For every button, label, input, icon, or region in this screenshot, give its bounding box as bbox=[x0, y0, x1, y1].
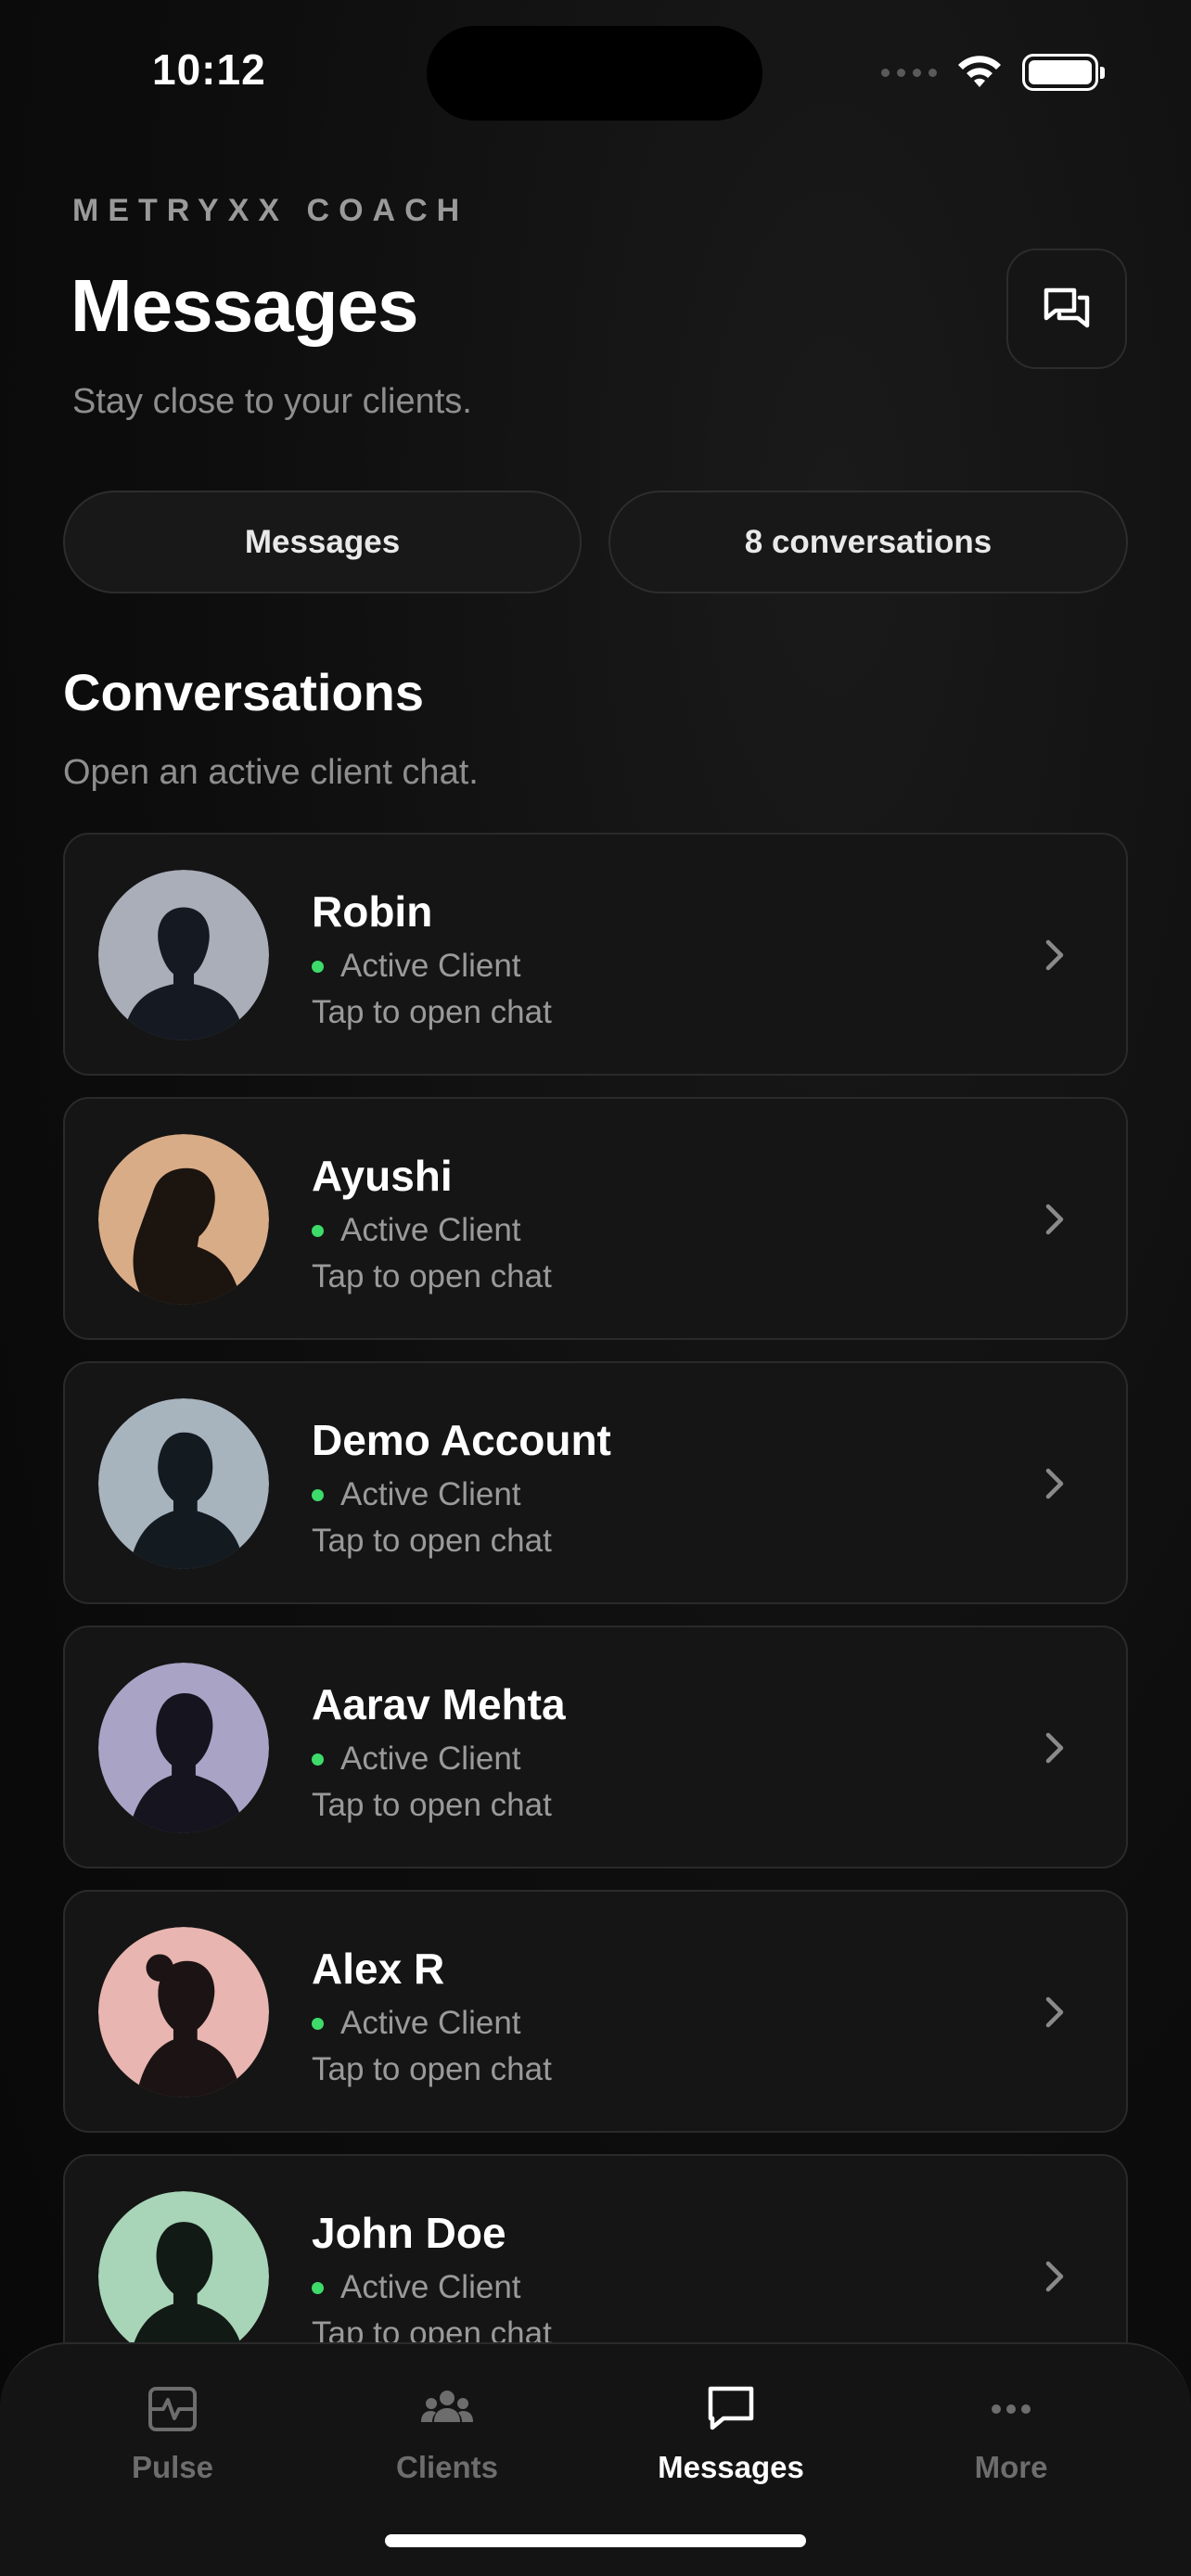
client-name: John Doe bbox=[312, 2209, 506, 2257]
new-message-button[interactable] bbox=[1006, 249, 1127, 369]
active-status-dot bbox=[312, 1753, 324, 1766]
conversation-card[interactable]: Demo Account Active Client Tap to open c… bbox=[63, 1361, 1128, 1604]
client-status: Active Client bbox=[312, 2005, 521, 2042]
client-status: Active Client bbox=[312, 1741, 521, 1778]
page-subtitle: Stay close to your clients. bbox=[72, 382, 472, 421]
chat-bubbles-icon bbox=[1044, 287, 1090, 328]
wifi-icon bbox=[958, 56, 1001, 87]
users-icon bbox=[421, 2391, 473, 2422]
active-status-dot bbox=[312, 1488, 324, 1501]
status-label: Active Client bbox=[340, 1212, 521, 1248]
tab-label: More bbox=[974, 2450, 1048, 2484]
avatar bbox=[98, 2191, 269, 2353]
chevron-right-icon bbox=[1045, 1204, 1064, 1235]
section-title: Conversations bbox=[63, 663, 424, 721]
avatar bbox=[98, 1927, 269, 2098]
brand-label: METRYXX COACH bbox=[72, 193, 469, 228]
status-label: Active Client bbox=[340, 1741, 521, 1777]
status-label: Active Client bbox=[340, 1476, 521, 1512]
conversation-count-pill[interactable]: 8 conversations bbox=[608, 491, 1128, 593]
tab-pulse[interactable]: Pulse bbox=[70, 2381, 275, 2485]
open-chat-hint: Tap to open chat bbox=[312, 2051, 552, 2087]
tab-label: Messages bbox=[658, 2450, 804, 2484]
avatar bbox=[98, 1134, 269, 1305]
chevron-right-icon bbox=[1045, 1996, 1064, 2028]
avatar bbox=[98, 870, 269, 1040]
conversation-card[interactable]: Alex R Active Client Tap to open chat bbox=[63, 1890, 1128, 2133]
avatar bbox=[98, 1398, 269, 1569]
conversation-card[interactable]: Robin Active Client Tap to open chat bbox=[63, 833, 1128, 1076]
active-status-dot bbox=[312, 960, 324, 973]
open-chat-hint: Tap to open chat bbox=[312, 1523, 552, 1559]
section-subtitle: Open an active client chat. bbox=[63, 753, 479, 792]
client-status: Active Client bbox=[312, 948, 521, 985]
conversation-card[interactable]: Ayushi Active Client Tap to open chat bbox=[63, 1097, 1128, 1340]
client-name: Demo Account bbox=[312, 1416, 611, 1464]
pulse-icon bbox=[148, 2387, 197, 2431]
page-title: Messages bbox=[70, 264, 418, 347]
status-label: Active Client bbox=[340, 2005, 521, 2041]
conversation-list[interactable]: Robin Active Client Tap to open chat Ayu… bbox=[63, 833, 1128, 2353]
battery-icon bbox=[1022, 54, 1105, 91]
conversation-card[interactable]: John Doe Active Client Tap to open chat bbox=[63, 2154, 1128, 2353]
cellular-signal-icon bbox=[881, 68, 937, 77]
client-name: Robin bbox=[312, 887, 433, 936]
home-indicator[interactable] bbox=[385, 2534, 806, 2547]
tab-more[interactable]: More bbox=[909, 2381, 1113, 2485]
active-status-dot bbox=[312, 2281, 324, 2294]
active-status-dot bbox=[312, 2017, 324, 2030]
chevron-right-icon bbox=[1045, 939, 1064, 971]
chevron-right-icon bbox=[1045, 1732, 1064, 1764]
tab-label: Pulse bbox=[131, 2450, 214, 2484]
client-status: Active Client bbox=[312, 1476, 521, 1513]
active-status-dot bbox=[312, 1224, 324, 1237]
chevron-right-icon bbox=[1045, 1468, 1064, 1499]
open-chat-hint: Tap to open chat bbox=[312, 1787, 552, 1823]
tab-messages[interactable]: Messages bbox=[629, 2381, 833, 2485]
open-chat-hint: Tap to open chat bbox=[312, 1258, 552, 1294]
chevron-right-icon bbox=[1045, 2261, 1064, 2292]
status-icons bbox=[881, 54, 1105, 91]
status-time: 10:12 bbox=[152, 45, 266, 94]
client-status: Active Client bbox=[312, 1212, 521, 1249]
chat-icon bbox=[708, 2386, 754, 2430]
client-status: Active Client bbox=[312, 2269, 521, 2306]
tab-label: Clients bbox=[395, 2450, 499, 2484]
more-icon bbox=[992, 2404, 1031, 2414]
avatar bbox=[98, 1663, 269, 1833]
open-chat-hint: Tap to open chat bbox=[312, 994, 552, 1030]
client-name: Ayushi bbox=[312, 1152, 453, 1200]
messages-pill[interactable]: Messages bbox=[63, 491, 582, 593]
dynamic-island bbox=[427, 26, 762, 121]
status-label: Active Client bbox=[340, 2269, 521, 2305]
tab-clients[interactable]: Clients bbox=[345, 2381, 549, 2485]
messages-screen: 10:12 METRYXX COACH Messages Stay close … bbox=[0, 0, 1191, 2576]
client-name: Aarav Mehta bbox=[312, 1680, 566, 1728]
status-label: Active Client bbox=[340, 948, 521, 984]
conversation-card[interactable]: Aarav Mehta Active Client Tap to open ch… bbox=[63, 1626, 1128, 1868]
client-name: Alex R bbox=[312, 1945, 445, 1993]
